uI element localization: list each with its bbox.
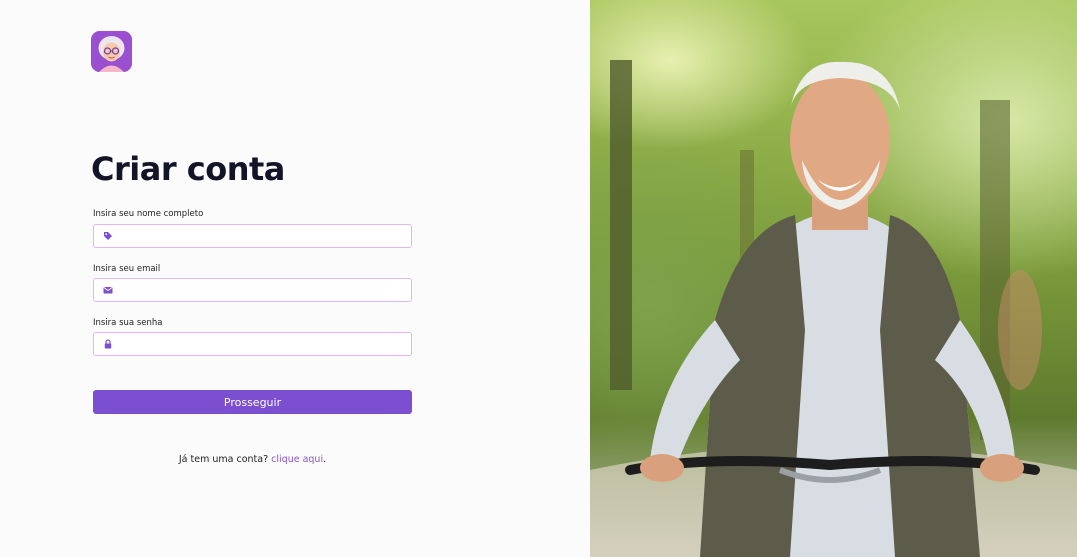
password-input[interactable] xyxy=(118,335,406,353)
signup-panel: Criar conta Insira seu nome completo Ins… xyxy=(0,0,590,557)
login-link[interactable]: clique aqui xyxy=(271,454,323,465)
login-prompt: Já tem uma conta? clique aqui. xyxy=(93,454,412,465)
email-input[interactable] xyxy=(118,281,406,299)
password-field-label: Insira sua senha xyxy=(93,318,163,328)
name-field-label: Insira seu nome completo xyxy=(93,209,204,219)
tag-icon xyxy=(104,232,112,240)
hero-photo xyxy=(590,0,1077,557)
grandma-avatar-icon xyxy=(91,31,132,72)
login-prompt-text: Já tem uma conta? xyxy=(178,454,269,465)
app-logo xyxy=(91,31,132,72)
password-field[interactable] xyxy=(93,332,412,356)
lock-icon xyxy=(104,339,112,349)
login-prompt-suffix: . xyxy=(323,454,327,465)
email-field-label: Insira seu email xyxy=(93,264,161,274)
name-field[interactable] xyxy=(93,224,412,248)
continue-button[interactable]: Prosseguir xyxy=(93,390,412,414)
senior-man-cycling-illustration xyxy=(590,60,1077,557)
email-field[interactable] xyxy=(93,278,412,302)
name-input[interactable] xyxy=(118,227,406,245)
envelope-icon xyxy=(103,287,113,294)
page-title: Criar conta xyxy=(91,150,285,188)
